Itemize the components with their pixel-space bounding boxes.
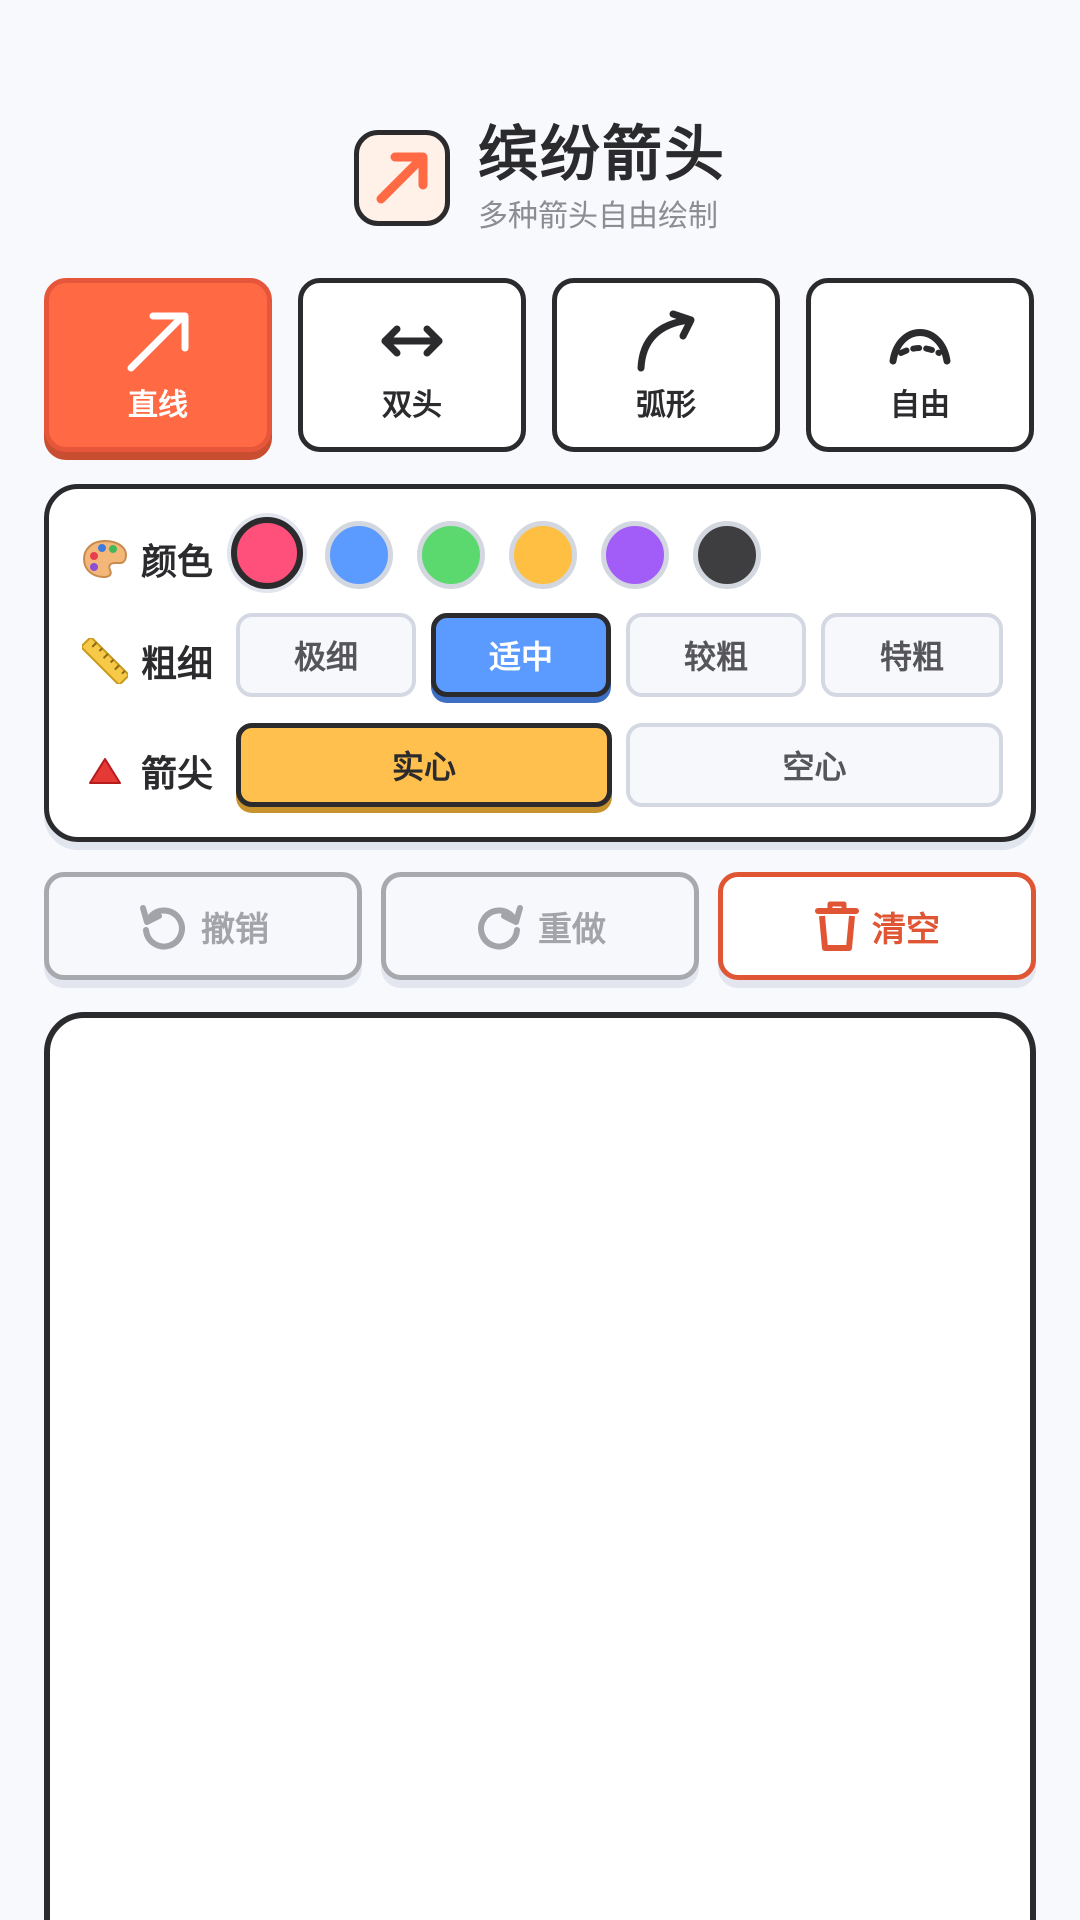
color-label-text: 颜色	[141, 542, 214, 583]
tool-label: 自由	[890, 388, 950, 423]
thickness-row-label: 粗细	[81, 635, 213, 687]
triangle-icon	[81, 747, 129, 795]
color-swatch-green[interactable]	[417, 521, 485, 589]
tool-straight-button[interactable]: 直线	[44, 278, 272, 452]
arrowhead-option-hollow[interactable]: 空心	[626, 723, 1003, 807]
app-title: 缤纷箭头	[478, 120, 726, 190]
color-swatch-pink[interactable]	[231, 517, 303, 589]
tool-label: 直线	[128, 388, 188, 423]
color-row-label: 颜色	[81, 533, 213, 585]
color-swatch-black[interactable]	[693, 521, 761, 589]
arrowhead-option-solid[interactable]: 实心	[236, 723, 612, 807]
clear-label: 清空	[872, 909, 940, 950]
tool-label: 弧形	[636, 388, 696, 423]
color-swatch-blue[interactable]	[325, 521, 393, 589]
tool-double-button[interactable]: 双头	[298, 278, 526, 452]
curved-arrow-icon	[631, 306, 701, 376]
tool-curved-button[interactable]: 弧形	[552, 278, 780, 452]
arrowhead-label-text: 箭尖	[141, 754, 214, 795]
settings-panel: 颜色 粗细 极细 适中 较粗 特粗 箭尖 实心 空心	[44, 484, 1036, 842]
color-swatch-purple[interactable]	[601, 521, 669, 589]
thickness-option-medium[interactable]: 适中	[431, 613, 611, 697]
redo-label: 重做	[538, 909, 606, 950]
thickness-label-text: 粗细	[141, 644, 214, 685]
header: 缤纷箭头 多种箭头自由绘制	[0, 118, 1080, 238]
clear-button[interactable]: 清空	[718, 872, 1036, 980]
double-arrow-icon	[377, 306, 447, 376]
app-root: 缤纷箭头 多种箭头自由绘制 直线 双头 弧形 自由 颜色 粗细 极细 适中 较粗…	[0, 0, 1080, 1920]
redo-icon	[474, 900, 526, 952]
arrow-type-toolbar: 直线 双头 弧形 自由	[44, 278, 1036, 460]
thickness-option-extra-thick[interactable]: 特粗	[821, 613, 1003, 697]
undo-label: 撤销	[201, 909, 269, 950]
redo-button[interactable]: 重做	[381, 872, 699, 980]
thickness-option-thick[interactable]: 较粗	[626, 613, 806, 697]
undo-button[interactable]: 撤销	[44, 872, 362, 980]
arrowhead-row-label: 箭尖	[81, 745, 213, 797]
tool-freehand-button[interactable]: 自由	[806, 278, 1034, 452]
header-titles: 缤纷箭头 多种箭头自由绘制	[478, 119, 726, 237]
trash-icon	[814, 900, 860, 952]
ruler-icon	[81, 637, 129, 685]
freehand-arrow-icon	[885, 306, 955, 376]
tool-label: 双头	[382, 388, 442, 423]
color-swatch-yellow[interactable]	[509, 521, 577, 589]
undo-icon	[137, 900, 189, 952]
straight-arrow-icon	[123, 306, 193, 376]
thickness-option-thin[interactable]: 极细	[236, 613, 416, 697]
logo-diagonal-arrow-icon	[354, 130, 450, 226]
palette-icon	[81, 535, 129, 583]
app-subtitle: 多种箭头自由绘制	[478, 199, 718, 234]
drawing-canvas[interactable]	[44, 1012, 1036, 1920]
